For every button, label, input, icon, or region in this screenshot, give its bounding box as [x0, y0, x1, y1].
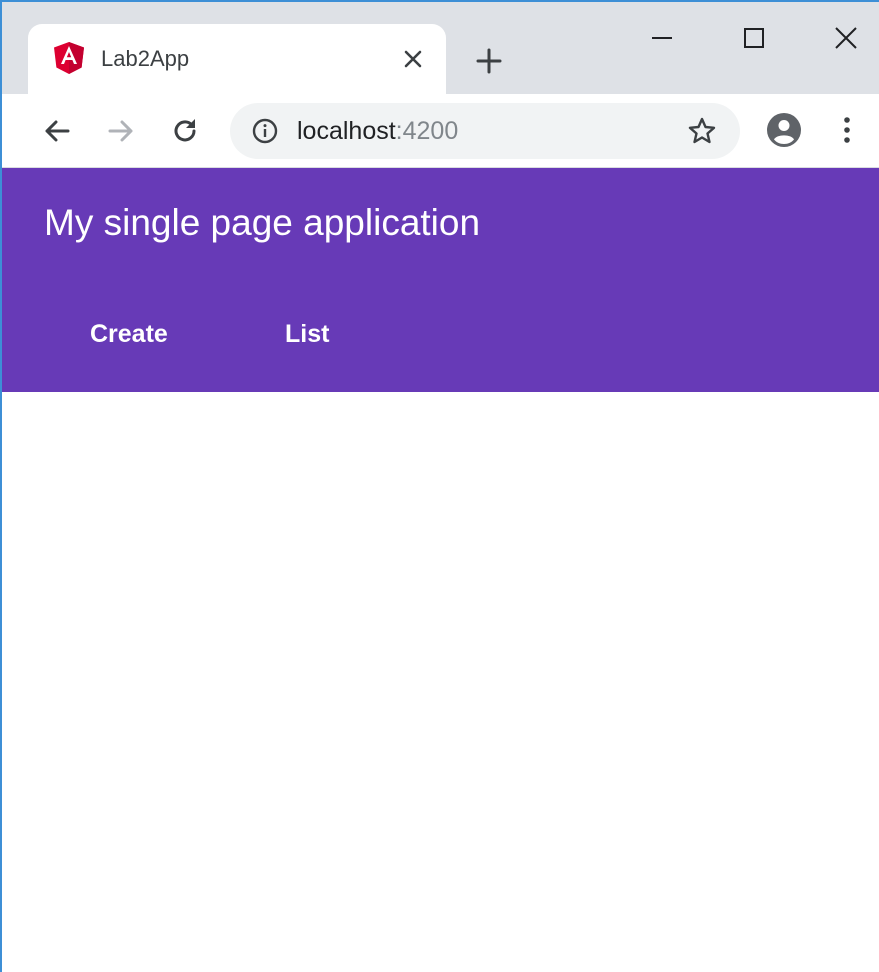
url-host: localhost: [297, 117, 396, 145]
tab-title: Lab2App: [101, 46, 190, 71]
arrow-right-icon[interactable]: [104, 114, 138, 148]
app-content: [2, 392, 879, 972]
nav-link-list[interactable]: List: [285, 320, 329, 349]
close-icon[interactable]: [400, 46, 426, 72]
app-toolbar: My single page application Create List: [2, 168, 879, 392]
browser-toolbar: localhost:4200: [2, 94, 879, 168]
nav-link-create[interactable]: Create: [90, 320, 168, 349]
angular-logo-icon: [54, 42, 84, 74]
url-text[interactable]: localhost:4200: [297, 117, 458, 146]
minimize-icon[interactable]: [646, 22, 678, 54]
arrow-left-icon[interactable]: [40, 114, 74, 148]
address-bar[interactable]: localhost:4200: [230, 103, 740, 159]
maximize-icon[interactable]: [738, 22, 770, 54]
more-vertical-icon[interactable]: [835, 114, 859, 148]
window-close-icon[interactable]: [830, 22, 862, 54]
app-title: My single page application: [44, 202, 481, 243]
url-port: :4200: [395, 117, 459, 145]
tab-strip: Lab2App: [2, 2, 879, 94]
browser-window: Lab2App localhost:4200 My single page ap…: [0, 0, 879, 972]
browser-tab[interactable]: Lab2App: [28, 24, 446, 94]
reload-icon[interactable]: [168, 114, 202, 148]
star-icon[interactable]: [687, 116, 717, 146]
info-icon[interactable]: [252, 118, 278, 144]
account-circle-icon[interactable]: [766, 112, 802, 148]
plus-icon[interactable]: [474, 46, 504, 76]
